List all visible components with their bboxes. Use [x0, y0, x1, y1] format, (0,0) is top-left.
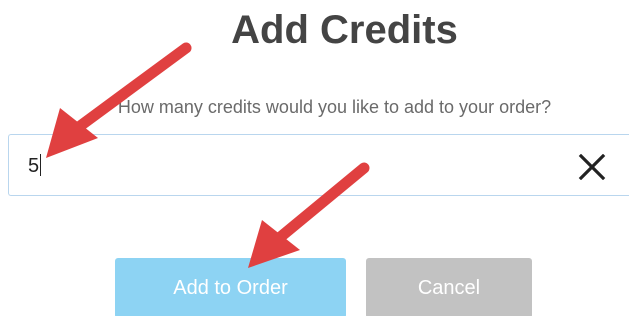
add-to-order-button[interactable]: Add to Order: [115, 258, 346, 316]
dialog-title-text: Add Credits: [231, 8, 458, 52]
clear-input-button[interactable]: [575, 153, 609, 181]
credits-question: How many credits would you like to add t…: [117, 97, 552, 117]
credits-input-value[interactable]: 5: [28, 154, 42, 178]
add-credits-dialog: Add Credits How many credits would you l…: [0, 0, 629, 316]
credits-input[interactable]: 5: [8, 134, 629, 196]
dialog-title: Add Credits: [30, 4, 629, 56]
text-caret: [40, 154, 42, 176]
cancel-button[interactable]: Cancel: [366, 258, 532, 316]
close-x-icon: [578, 153, 606, 181]
